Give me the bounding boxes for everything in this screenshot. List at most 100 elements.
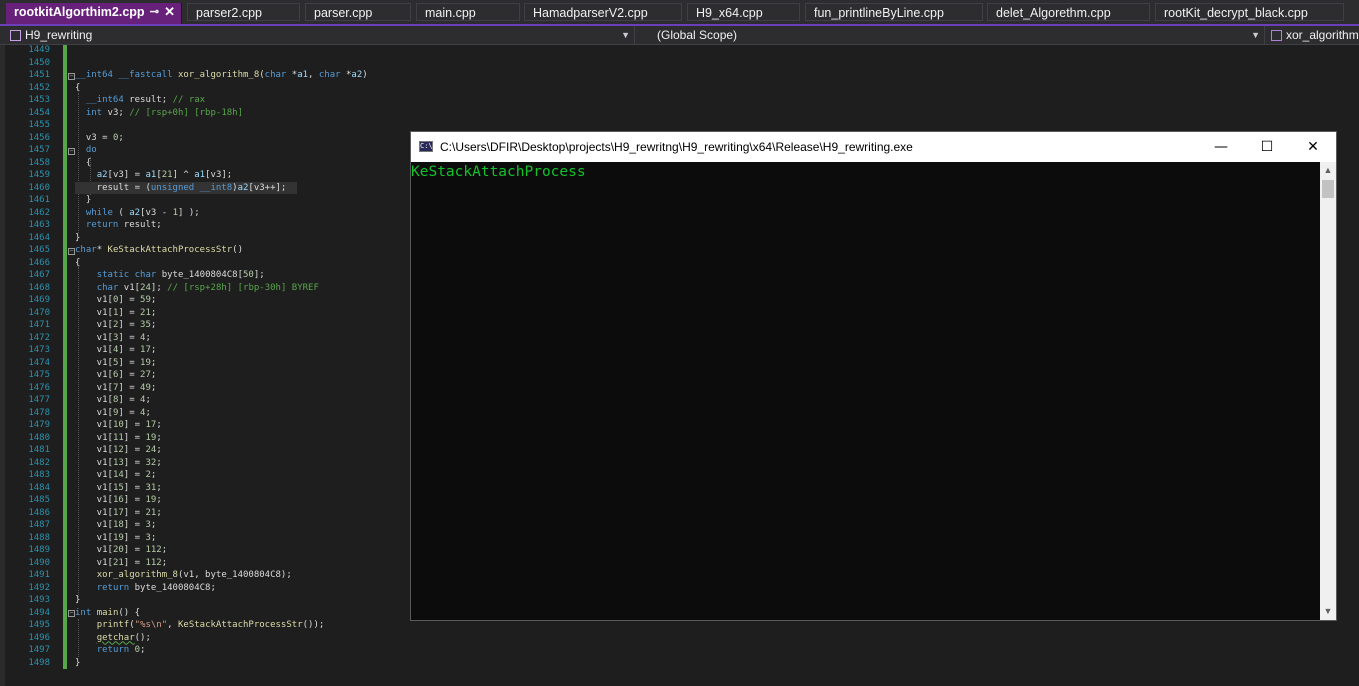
tab-main[interactable]: main.cpp <box>416 3 520 21</box>
code-line: __int64 __fastcall xor_algorithm_8(char … <box>75 70 368 80</box>
code-line: v1[2] = 35; <box>75 320 157 330</box>
code-line: result = (unsigned __int8)a2[v3++]; <box>75 182 287 193</box>
console-window[interactable]: C:\ C:\Users\DFIR\Desktop\projects\H9_re… <box>410 131 1337 621</box>
tab-parser2[interactable]: parser2.cpp <box>187 3 300 21</box>
line-number: 1494 <box>28 607 50 618</box>
scrollbar-thumb[interactable] <box>1322 180 1334 198</box>
code-line: printf("%s\n", KeStackAttachProcessStr()… <box>96 620 325 630</box>
code-line: xor_algorithm_8(v1, byte_1400804C8); <box>96 570 292 580</box>
line-number: 1467 <box>28 270 50 280</box>
line-number: 1481 <box>28 445 50 455</box>
line-number: 1456 <box>28 132 50 143</box>
code-line: v1[13] = 32; <box>75 457 162 468</box>
code-line: getchar(); <box>96 632 151 643</box>
minimize-button[interactable]: — <box>1198 132 1244 162</box>
line-number: 1493 <box>28 595 50 605</box>
console-output-area[interactable]: KeStackAttachProcess <box>411 162 1320 620</box>
chevron-down-icon: ▼ <box>1251 30 1260 40</box>
line-number: 1449 <box>28 45 50 55</box>
line-number: 1490 <box>28 557 50 568</box>
code-line: { <box>75 257 81 268</box>
tab-label: main.cpp <box>425 6 476 20</box>
line-number: 1468 <box>28 282 50 293</box>
line-number: 1485 <box>28 495 50 505</box>
line-number: 1463 <box>28 220 50 230</box>
tab-rootkitalgorthim2[interactable]: rootkitAlgorthim2.cpp ⊸ ✕ <box>6 3 182 24</box>
fold-toggle-icon[interactable]: − <box>68 248 75 255</box>
code-line: v1[20] = 112; <box>75 545 168 555</box>
line-number: 1478 <box>28 407 50 418</box>
fold-toggle-icon[interactable]: − <box>68 73 75 80</box>
fold-toggle-icon[interactable]: − <box>68 610 75 617</box>
code-line: v3 = 0; <box>75 132 124 143</box>
line-number: 1482 <box>28 457 50 468</box>
code-line: v1[11] = 19; <box>75 432 162 443</box>
code-line: static char byte_1400804C8[50]; <box>96 270 265 280</box>
tab-h9-x64[interactable]: H9_x64.cpp <box>687 3 800 21</box>
function-icon <box>1271 30 1282 41</box>
code-line: v1[6] = 27; <box>75 370 157 380</box>
line-number: 1452 <box>28 82 50 93</box>
line-number: 1483 <box>28 470 50 480</box>
console-title-bar[interactable]: C:\ C:\Users\DFIR\Desktop\projects\H9_re… <box>411 132 1336 162</box>
code-line: v1[10] = 17; <box>75 420 162 430</box>
close-icon[interactable]: ✕ <box>164 3 175 21</box>
code-line: { <box>75 157 92 168</box>
code-line: v1[0] = 59; <box>75 295 157 305</box>
tab-fun-printlinebyline[interactable]: fun_printlineByLine.cpp <box>805 3 983 21</box>
scroll-up-icon[interactable]: ▲ <box>1320 162 1336 179</box>
code-line: v1[19] = 3; <box>75 532 157 543</box>
line-number: 1450 <box>28 57 50 68</box>
document-tab-strip: rootkitAlgorthim2.cpp ⊸ ✕ parser2.cpp pa… <box>0 0 1359 26</box>
line-number: 1487 <box>28 520 50 530</box>
code-line: v1[17] = 21; <box>75 507 162 518</box>
tab-label: rootKit_decrypt_black.cpp <box>1164 6 1308 20</box>
scope-dropdown[interactable]: (Global Scope) ▼ <box>636 26 1265 44</box>
console-scrollbar[interactable]: ▲ ▼ <box>1320 162 1336 620</box>
tab-label: HamadparserV2.cpp <box>533 6 648 20</box>
code-line: v1[14] = 2; <box>75 470 157 480</box>
line-number: 1492 <box>28 582 50 593</box>
tab-delet-algorethm[interactable]: delet_Algorethm.cpp <box>987 3 1150 21</box>
code-line: return result; <box>85 220 162 230</box>
tab-label: parser2.cpp <box>196 6 263 20</box>
maximize-button[interactable]: ☐ <box>1244 132 1290 162</box>
line-number: 1462 <box>28 207 50 218</box>
line-number: 1489 <box>28 545 50 555</box>
tab-label: rootkitAlgorthim2.cpp <box>14 5 145 19</box>
code-line: int main() { <box>75 607 141 618</box>
fold-toggle-icon[interactable]: − <box>68 148 75 155</box>
code-line: v1[1] = 21; <box>75 307 157 318</box>
line-number: 1458 <box>28 157 50 168</box>
line-number: 1465 <box>28 245 50 255</box>
line-number: 1476 <box>28 382 50 393</box>
code-line: v1[12] = 24; <box>75 445 162 455</box>
pin-icon[interactable]: ⊸ <box>150 3 159 21</box>
line-number: 1461 <box>28 195 50 205</box>
tab-rootkit-decrypt-black[interactable]: rootKit_decrypt_black.cpp <box>1155 3 1344 21</box>
tab-label: H9_x64.cpp <box>696 6 763 20</box>
code-line: v1[7] = 49; <box>75 382 157 393</box>
member-name: xor_algorithm <box>1286 28 1359 42</box>
line-number: 1475 <box>28 370 50 380</box>
code-line: v1[3] = 4; <box>75 332 151 343</box>
code-line: } <box>75 657 81 668</box>
line-number: 1453 <box>28 95 50 105</box>
project-dropdown[interactable]: H9_rewriting ▼ <box>0 26 635 44</box>
console-icon: C:\ <box>419 141 433 152</box>
line-number: 1471 <box>28 320 50 330</box>
line-number: 1496 <box>28 632 50 643</box>
line-number: 1470 <box>28 307 50 318</box>
tab-hamadparserv2[interactable]: HamadparserV2.cpp <box>524 3 682 21</box>
code-line: char* KeStackAttachProcessStr() <box>75 245 243 255</box>
code-line: a2[v3] = a1[21] ^ a1[v3]; <box>96 170 233 180</box>
chevron-down-icon: ▼ <box>621 30 630 40</box>
member-dropdown[interactable]: xor_algorithm <box>1266 26 1359 44</box>
line-number: 1488 <box>28 532 50 543</box>
code-line: int v3; // [rsp+0h] [rbp-18h] <box>85 107 243 118</box>
close-button[interactable]: ✕ <box>1290 132 1336 162</box>
tab-parser[interactable]: parser.cpp <box>305 3 411 21</box>
line-number: 1474 <box>28 357 50 368</box>
code-line: v1[21] = 112; <box>75 557 168 568</box>
scroll-down-icon[interactable]: ▼ <box>1320 603 1336 620</box>
